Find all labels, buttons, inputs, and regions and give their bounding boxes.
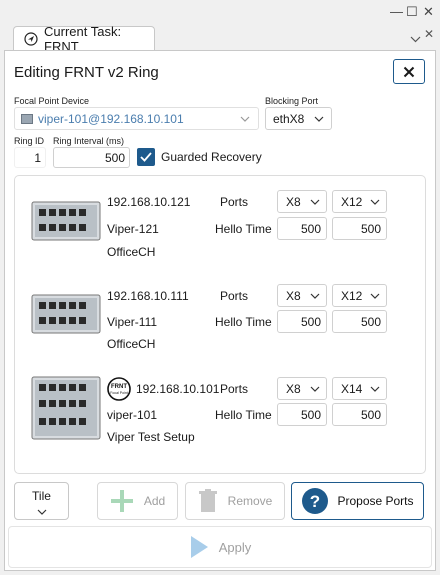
port2-value: X14	[341, 381, 363, 396]
hello-time-1-value: 500	[300, 221, 321, 236]
ring-interval-label: Ring Interval (ms)	[53, 136, 125, 146]
chevron-down-icon	[310, 386, 320, 392]
propose-ports-button[interactable]: ? Propose Ports	[291, 482, 424, 520]
navigation-icon	[24, 31, 38, 46]
propose-ports-label: Propose Ports	[337, 494, 414, 508]
hello-time-2-field[interactable]: 500	[332, 310, 387, 333]
maximize-button[interactable]: ☐	[406, 4, 418, 20]
focal-point-select[interactable]: viper-101@192.168.10.101	[14, 107, 259, 130]
device-ip: 192.168.10.121	[107, 195, 191, 209]
add-button[interactable]: Add	[97, 482, 178, 520]
chevron-down-icon	[370, 199, 380, 205]
ports-label: Ports	[220, 195, 249, 209]
close-icon	[403, 66, 415, 77]
svg-text:FRNT: FRNT	[111, 384, 127, 390]
device-location: OfficeCH	[107, 337, 156, 351]
trash-icon	[198, 489, 217, 512]
ring-id-value: 1	[34, 150, 41, 165]
close-editor-button[interactable]	[393, 59, 425, 84]
hello-time-1-value: 500	[300, 314, 321, 329]
chevron-down-icon	[370, 293, 380, 299]
apply-button[interactable]: Apply	[8, 526, 432, 568]
blocking-port-select[interactable]: ethX8	[265, 107, 332, 130]
guarded-recovery-label: Guarded Recovery	[161, 150, 262, 164]
device-location: Viper Test Setup	[107, 430, 195, 444]
svg-text:?: ?	[310, 492, 320, 511]
device-ip: 192.168.10.101	[136, 382, 220, 396]
chevron-down-icon	[370, 386, 380, 392]
ring-interval-field[interactable]: 500	[53, 147, 130, 168]
plus-icon	[110, 490, 133, 512]
device-location: OfficeCH	[107, 245, 156, 259]
chevron-down-icon	[314, 116, 324, 122]
ring-id-field[interactable]: 1	[14, 147, 46, 168]
page-title: Editing FRNT v2 Ring	[14, 64, 159, 81]
chevron-down-icon	[37, 509, 46, 515]
checkmark-icon	[140, 152, 152, 162]
ports-label: Ports	[220, 289, 249, 303]
blocking-port-label: Blocking Port	[265, 96, 319, 106]
device-name: viper-101	[107, 408, 158, 422]
device-image	[31, 201, 101, 246]
port1-select[interactable]: X8	[277, 190, 327, 213]
minimize-button[interactable]: —	[390, 4, 403, 19]
hello-time-2-value: 500	[360, 407, 381, 422]
hello-time-2-value: 500	[360, 221, 381, 236]
play-icon	[190, 536, 208, 558]
device-ip: 192.168.10.111	[107, 289, 189, 303]
hello-time-1-value: 500	[300, 407, 321, 422]
focal-point-label: Focal Point Device	[14, 96, 90, 106]
port2-select[interactable]: X12	[332, 190, 387, 213]
device-icon	[21, 113, 33, 124]
hello-time-2-value: 500	[360, 314, 381, 329]
layout-value: Tile	[32, 489, 51, 503]
hello-time-label: Hello Time	[215, 408, 272, 422]
add-label: Add	[143, 494, 166, 508]
blocking-port-value: ethX8	[273, 111, 305, 126]
guarded-recovery-checkbox[interactable]	[137, 148, 155, 166]
chevron-down-icon	[240, 116, 250, 122]
port1-value: X8	[286, 381, 301, 396]
device-name: Viper-121	[107, 222, 159, 236]
port1-value: X8	[286, 194, 301, 209]
hello-time-1-field[interactable]: 500	[277, 217, 327, 240]
remove-label: Remove	[227, 494, 273, 508]
port1-select[interactable]: X8	[277, 377, 327, 400]
hello-time-2-field[interactable]: 500	[332, 403, 387, 426]
help-icon: ?	[302, 488, 329, 514]
device-image	[31, 294, 101, 339]
port2-value: X12	[341, 194, 363, 209]
tab-current-task[interactable]: Current Task: FRNT	[13, 24, 155, 54]
port2-select[interactable]: X14	[332, 377, 387, 400]
port1-select[interactable]: X8	[277, 284, 327, 307]
device-name: Viper-111	[107, 315, 158, 329]
hello-time-1-field[interactable]: 500	[277, 310, 327, 333]
hello-time-1-field[interactable]: 500	[277, 403, 327, 426]
ring-id-label: Ring ID	[14, 136, 45, 146]
device-image	[31, 376, 101, 445]
port2-value: X12	[341, 288, 363, 303]
tab-close-icon[interactable]: ✕	[424, 27, 434, 41]
hello-time-2-field[interactable]: 500	[332, 217, 387, 240]
port2-select[interactable]: X12	[332, 284, 387, 307]
layout-select[interactable]: Tile	[14, 482, 69, 520]
window-close-button[interactable]: ✕	[423, 4, 434, 20]
svg-text:Focal Point: Focal Point	[110, 391, 128, 395]
chevron-down-icon	[310, 293, 320, 299]
hello-time-label: Hello Time	[215, 222, 272, 236]
chevron-down-icon	[310, 199, 320, 205]
hello-time-label: Hello Time	[215, 315, 272, 329]
port1-value: X8	[286, 288, 301, 303]
chevron-down-icon[interactable]	[410, 30, 421, 48]
ring-interval-value: 500	[104, 150, 125, 165]
tab-label: Current Task: FRNT	[44, 23, 122, 54]
remove-button[interactable]: Remove	[185, 482, 285, 520]
frnt-focal-point-badge: FRNT Focal Point	[107, 377, 131, 406]
focal-point-value: viper-101@192.168.10.101	[38, 111, 184, 126]
ports-label: Ports	[220, 382, 249, 396]
apply-label: Apply	[218, 539, 252, 555]
